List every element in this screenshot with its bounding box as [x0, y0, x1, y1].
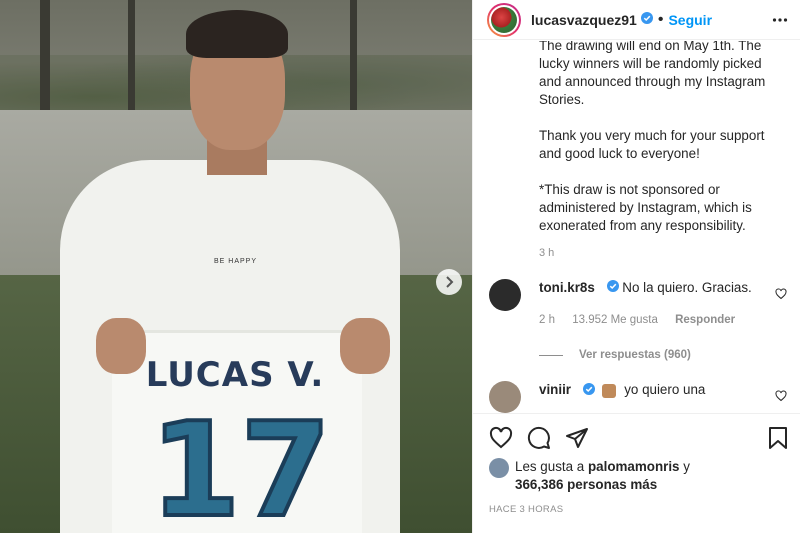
jersey-name: LUCAS V. [145, 355, 325, 395]
action-bar [473, 414, 800, 458]
commenter-avatar[interactable] [489, 279, 521, 311]
commenter-username[interactable]: toni.kr8s [539, 280, 595, 295]
likes-summary: Les gusta a palomamonris y 366,386 perso… [473, 458, 800, 494]
liker-username[interactable]: palomamonris [588, 459, 680, 474]
caption-time[interactable]: 3 h [473, 247, 800, 259]
post-header: lucasvazquez91 • Seguir [473, 0, 800, 40]
more-options-icon[interactable] [772, 12, 788, 33]
paper-plane-icon[interactable] [565, 426, 589, 450]
commenter-username[interactable]: viniir [539, 382, 571, 397]
header-separator: • [657, 10, 664, 28]
replies-line [539, 354, 563, 356]
caption-paragraph: Thank you very much for your support and… [539, 128, 765, 161]
comment-likes[interactable]: 13.952 Me gusta [572, 314, 658, 326]
likes-connector: y [683, 459, 690, 474]
jersey-number: 17 [148, 394, 333, 533]
comments-scroll-area[interactable]: The drawing will end on May 1th. The luc… [473, 41, 800, 413]
likes-count[interactable]: 366,386 personas más [515, 476, 690, 494]
likes-prefix: Les gusta a [515, 459, 585, 474]
view-replies-label: Ver respuestas (960) [579, 349, 691, 362]
post-details-panel: lucasvazquez91 • Seguir The drawing will… [472, 0, 800, 533]
comment-heart-icon[interactable] [775, 389, 787, 407]
comment-meta: 2 h 13.952 Me gusta Responder [539, 311, 759, 329]
person-hair [186, 10, 288, 58]
comment-item: toni.kr8s No la quiero. Gracias. 2 h 13.… [473, 279, 800, 329]
post-timestamp[interactable]: HACE 3 HORAS [473, 494, 800, 525]
person-right-hand [340, 318, 390, 374]
shirt-small-print: BE HAPPY [214, 258, 258, 265]
verified-badge-icon [582, 382, 595, 400]
comment-icon[interactable] [527, 426, 551, 450]
emoji-icon [602, 383, 617, 398]
comment-time[interactable]: 2 h [539, 314, 555, 326]
verified-badge-icon [606, 279, 619, 297]
bookmark-icon[interactable] [767, 426, 789, 450]
post-actions-section: Les gusta a palomamonris y 366,386 perso… [473, 413, 800, 525]
chevron-right-icon [446, 276, 454, 288]
commenter-avatar[interactable] [489, 381, 521, 413]
comment-text: yo quiero una [624, 382, 706, 398]
post-image[interactable]: BE HAPPY LUCAS V. 17 [0, 0, 472, 533]
comment-heart-icon[interactable] [775, 287, 787, 305]
author-username[interactable]: lucasvazquez91 [531, 12, 637, 28]
caption-paragraph: *This draw is not sponsored or administe… [539, 182, 752, 233]
comment-text: No la quiero. Gracias. [622, 280, 752, 295]
view-replies-button[interactable]: Ver respuestas (960) [539, 349, 800, 361]
reply-button[interactable]: Responder [675, 314, 735, 326]
verified-badge-icon [640, 11, 653, 29]
follow-button[interactable]: Seguir [668, 12, 712, 28]
comment-item: viniir yo quiero una [473, 381, 800, 413]
author-avatar[interactable] [487, 2, 521, 37]
post-caption: The drawing will end on May 1th. The luc… [473, 41, 800, 235]
heart-icon[interactable] [489, 426, 513, 450]
liker-avatar[interactable] [489, 458, 509, 478]
caption-paragraph: The drawing will end on May 1th. The luc… [539, 41, 766, 107]
carousel-next-button[interactable] [436, 269, 462, 295]
